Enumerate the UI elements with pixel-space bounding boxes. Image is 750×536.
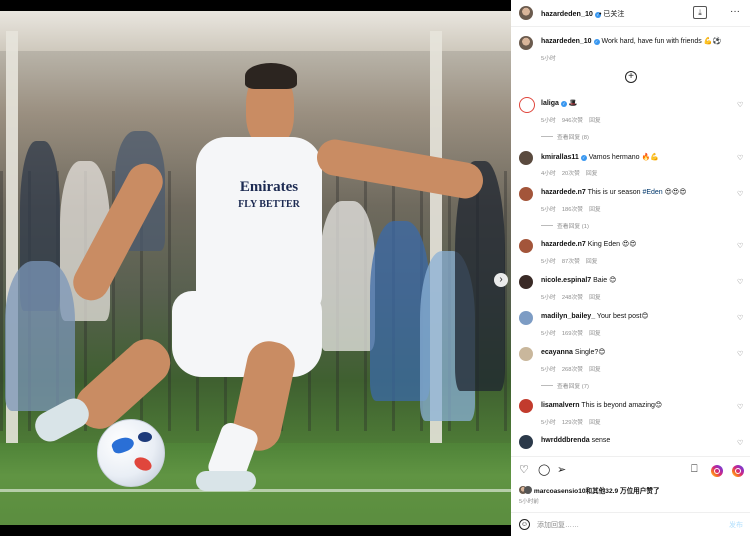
verified-badge-icon: ✓ (580, 155, 587, 161)
comment-input[interactable] (537, 518, 717, 532)
send-icon[interactable]: ➢ (557, 463, 566, 476)
avatar[interactable] (519, 239, 533, 253)
heart-icon[interactable]: ♡ (519, 463, 529, 476)
post-details-panel: hazardeden_10 ✓ • 已关注 ⤓ ··· hazardeden_10… (511, 0, 750, 536)
comment-text: kmirallas11 ✓ Vamos hermano 🔥💪 (541, 154, 659, 161)
heart-icon[interactable]: ♡ (737, 242, 743, 250)
avatar[interactable] (519, 311, 533, 325)
emoji-icon[interactable]: ☺ (519, 519, 530, 530)
player-shirt (196, 137, 322, 312)
pitch-line (0, 489, 511, 492)
comment-text: hazardede.n7 King Eden 😍😍 (541, 241, 637, 248)
caption-time: 5小时 (541, 56, 556, 62)
comment-text: laliga ✓ 🎩 (541, 100, 578, 107)
view-replies-button[interactable]: 查看回复 (1) (541, 221, 589, 230)
view-replies-button[interactable]: 查看回复 (8) (541, 132, 589, 141)
comment-icon[interactable]: ◯ (538, 463, 550, 476)
instagram-icon[interactable] (732, 465, 744, 477)
player-boot (196, 471, 256, 491)
comment-text: hwrdddbrenda sense (541, 437, 611, 444)
reply-button[interactable]: 回复 (586, 259, 598, 265)
heart-icon[interactable]: ♡ (737, 314, 743, 322)
heart-icon[interactable]: ♡ (737, 403, 743, 411)
reply-button[interactable]: 回复 (589, 295, 601, 301)
avatar[interactable] (519, 347, 533, 361)
verified-badge-icon: ✓ (593, 39, 600, 45)
download-icon[interactable]: ⤓ (693, 6, 707, 19)
heart-icon[interactable]: ♡ (737, 278, 743, 286)
heart-icon[interactable]: ♡ (737, 154, 743, 162)
post-actions: ♡ ◯ ➢ ⎕ marcoasensio10和其他32.9 万位用户赞了 5小时… (511, 456, 750, 512)
post-photo: Emirates FLY BETTER › (0, 11, 511, 525)
follow-status[interactable]: • 已关注 (599, 9, 624, 19)
comment-meta: 5小时 248次赞 回复 (541, 295, 601, 301)
shirt-sponsor: Emirates FLY BETTER (238, 179, 300, 210)
spectator (320, 201, 375, 351)
reply-button[interactable]: 回复 (589, 331, 601, 337)
comment-meta: 5小时 129次赞 回复 (541, 420, 601, 426)
avatar (524, 486, 532, 494)
chevron-right-icon[interactable]: › (494, 273, 508, 287)
comment-meta: 5小时 186次赞 回复 (541, 207, 601, 213)
reply-button[interactable]: 回复 (589, 118, 601, 124)
comment-meta: 5小时 946次赞 回复 (541, 118, 601, 124)
view-replies-button[interactable]: 查看回复 (7) (541, 381, 589, 390)
post-button[interactable]: 发布 (729, 520, 743, 530)
liked-by-text[interactable]: marcoasensio10和其他32.9 万位用户赞了 (519, 485, 660, 495)
author-username[interactable]: hazardeden_10 ✓ (541, 9, 601, 18)
heart-icon[interactable]: ♡ (737, 350, 743, 358)
reply-button[interactable]: 回复 (589, 367, 601, 373)
avatar[interactable] (519, 151, 533, 165)
comment-text: madilyn_bailey_ Your best post😊 (541, 313, 649, 320)
comment-meta: 4小时 20次赞 回复 (541, 171, 598, 177)
instagram-post-viewer: Emirates FLY BETTER › hazardeden_10 ✓ • 已关… (0, 0, 750, 536)
comment-text: hazardede.n7 This is ur season #Eden 😍😍😍 (541, 189, 687, 196)
avatar[interactable] (519, 275, 533, 289)
verified-badge-icon: ✓ (560, 101, 567, 107)
bookmark-icon[interactable]: ⎕ (691, 463, 698, 476)
post-time: 5小时前 (519, 499, 539, 505)
player-hair (245, 63, 297, 89)
avatar[interactable] (519, 36, 533, 50)
post-header: hazardeden_10 ✓ • 已关注 ⤓ ··· (511, 0, 750, 27)
avatar[interactable] (519, 6, 533, 20)
reply-button[interactable]: 回复 (589, 420, 601, 426)
comments-scroll[interactable]: hazardeden_10 ✓ Work hard, have fun with … (511, 28, 750, 456)
reply-button[interactable]: 回复 (586, 171, 598, 177)
plus-circle-icon[interactable]: + (625, 71, 637, 83)
comment-meta: 5小时 87次赞 回复 (541, 259, 598, 265)
football (97, 419, 165, 487)
heart-icon[interactable]: ♡ (737, 439, 743, 447)
comment-text: nicole.espinal7 Baie 😊 (541, 277, 617, 284)
comment-text: ecayanna Single?😊 (541, 349, 606, 356)
instagram-icon[interactable] (711, 465, 723, 477)
comment-meta: 5小时 169次赞 回复 (541, 331, 601, 337)
comment-meta: 5小时 268次赞 回复 (541, 367, 601, 373)
heart-icon[interactable]: ♡ (737, 190, 743, 198)
avatar[interactable] (519, 435, 533, 449)
heart-icon[interactable]: ♡ (737, 101, 743, 109)
more-icon[interactable]: ··· (730, 6, 740, 17)
reply-button[interactable]: 回复 (589, 207, 601, 213)
hashtag-link[interactable]: #Eden (642, 189, 662, 196)
caption: hazardeden_10 ✓ Work hard, have fun with … (541, 38, 722, 45)
avatar[interactable] (519, 97, 535, 113)
spectator (5, 261, 75, 411)
comment-text: lisamalvern This is beyond amazing😊 (541, 402, 663, 409)
avatar[interactable] (519, 187, 533, 201)
comment-composer: ☺ 发布 (511, 512, 750, 536)
avatar[interactable] (519, 399, 533, 413)
